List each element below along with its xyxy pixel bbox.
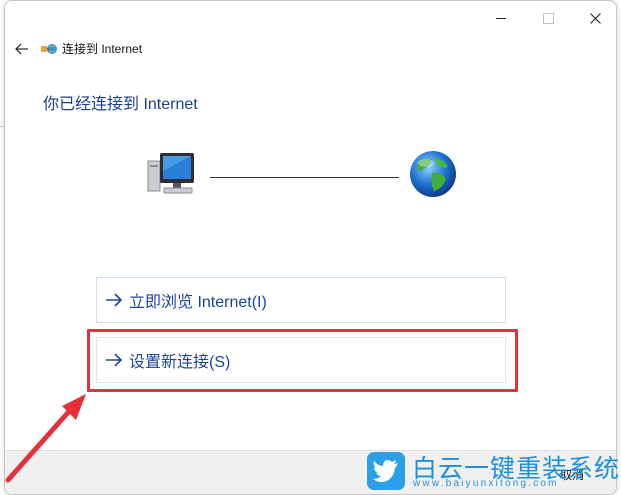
minimize-icon <box>496 17 506 19</box>
browse-internet-option[interactable]: 立即浏览 Internet(I) <box>96 277 506 323</box>
maximize-icon <box>542 12 554 24</box>
connection-status-heading: 你已经连接到 Internet <box>43 96 198 113</box>
arrow-right-icon <box>106 293 123 307</box>
close-icon <box>589 12 601 24</box>
computer-monitor-icon <box>147 153 194 194</box>
minimize-button[interactable] <box>489 7 513 29</box>
browse-internet-label: 立即浏览 Internet(I) <box>129 294 267 311</box>
bird-icon <box>373 460 398 482</box>
close-button[interactable] <box>583 7 607 29</box>
window-title: 连接到 Internet <box>62 42 143 56</box>
red-annotation-arrow <box>5 394 86 483</box>
globe-icon <box>410 151 456 197</box>
highlight-box <box>87 329 518 392</box>
back-arrow-icon <box>15 43 28 55</box>
back-button[interactable] <box>11 39 33 59</box>
watermark-logo <box>367 452 405 490</box>
network-connection-icon <box>41 44 57 54</box>
connection-line <box>210 177 399 178</box>
maximize-button[interactable] <box>536 7 560 29</box>
watermark-url: www.baiyunxitong.com <box>413 478 559 489</box>
